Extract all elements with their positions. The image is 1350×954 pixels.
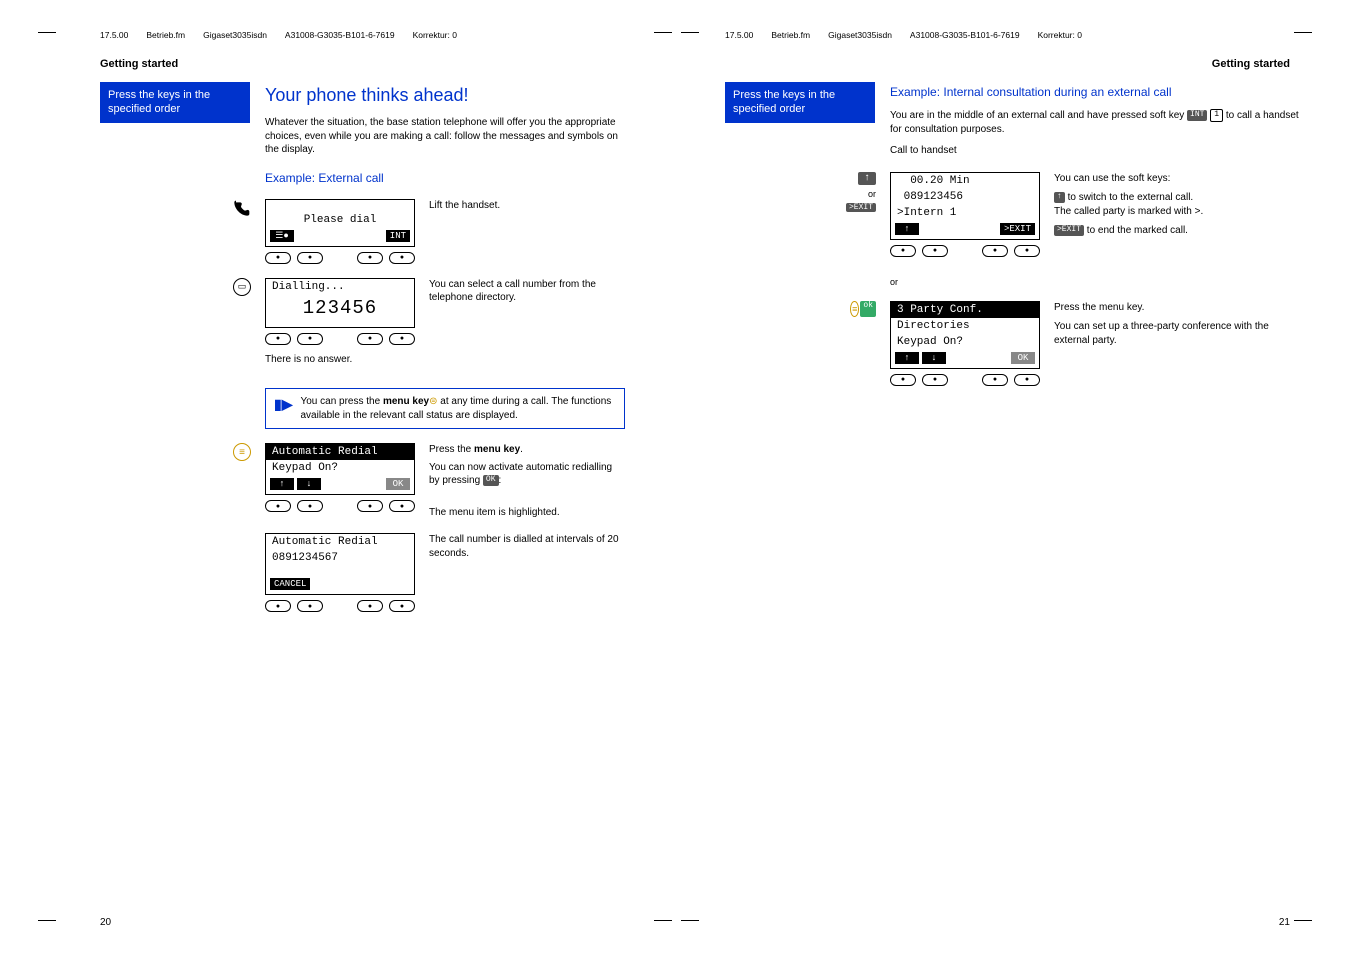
step-menu-key: ≡ Automatic Redial Keypad On? ↑ ↓ OK bbox=[265, 443, 625, 519]
page-left: 17.5.00 Betrieb.fm Gigaset3035isdn A3100… bbox=[0, 0, 675, 954]
example-title: Example: Internal consultation during an… bbox=[890, 85, 1300, 99]
hdr-product: Gigaset3035isdn bbox=[203, 30, 267, 40]
softkey-left: ☰● bbox=[270, 230, 294, 242]
hw-buttons bbox=[890, 245, 1040, 257]
hdr-date: 17.5.00 bbox=[100, 30, 128, 40]
or-separator: or bbox=[890, 277, 1300, 287]
hw-buttons bbox=[265, 252, 415, 264]
directory-icon: ▭ bbox=[225, 278, 251, 296]
softkey-up: ↑ bbox=[895, 352, 919, 364]
lcd-number: 123456 bbox=[266, 295, 414, 321]
page-right: 17.5.00 Betrieb.fm Gigaset3035isdn A3100… bbox=[675, 0, 1350, 954]
lcd-l1: Automatic Redial bbox=[266, 534, 414, 550]
softkey-down: ↓ bbox=[922, 352, 946, 364]
up-key-inline: ↑ bbox=[1054, 192, 1065, 203]
lcd-hl: Automatic Redial bbox=[266, 444, 414, 460]
softkey-down: ↓ bbox=[297, 478, 321, 490]
up-key-icon: ↑ bbox=[858, 172, 876, 185]
softkey-int: INT bbox=[386, 230, 410, 242]
or-label: or bbox=[868, 189, 876, 199]
softkey-cancel: CANCEL bbox=[270, 578, 310, 590]
handset-icon bbox=[225, 199, 251, 219]
step-three-party: ≡ok 3 Party Conf. Directories Keypad On?… bbox=[890, 301, 1300, 386]
lcd-l3: Keypad On? bbox=[891, 334, 1039, 350]
lcd-l2: 0891234567 bbox=[266, 550, 414, 566]
softkey-exit: >EXIT bbox=[1000, 223, 1035, 235]
lcd-text: Please dial bbox=[266, 212, 414, 228]
step-consult: ↑ or >EXIT 00.20 Min 089123456 >Intern 1… bbox=[890, 172, 1300, 257]
one-key: 1 bbox=[1210, 109, 1223, 122]
menu-key-icon: ≡ bbox=[225, 443, 251, 461]
lcd-redial: Automatic Redial 0891234567 CANCEL bbox=[265, 533, 415, 612]
lcd-l2: Keypad On? bbox=[266, 460, 414, 476]
content-right: Example: Internal consultation during an… bbox=[890, 85, 1300, 386]
hdr-doc: A31008-G3035-B101-6-7619 bbox=[285, 30, 395, 40]
call-to: Call to handset bbox=[890, 144, 1300, 158]
lcd-l2: 089123456 bbox=[891, 189, 1039, 205]
softkey-ok: OK bbox=[1011, 352, 1035, 364]
softkey-ok: OK bbox=[386, 478, 410, 490]
step-redial: Automatic Redial 0891234567 CANCEL The c… bbox=[265, 533, 625, 612]
int-key: INT bbox=[1187, 110, 1207, 121]
hdr-doc: A31008-G3035-B101-6-7619 bbox=[910, 30, 1020, 40]
page-number: 21 bbox=[1279, 917, 1290, 928]
intro-text: Whatever the situation, the base station… bbox=[265, 116, 625, 157]
hdr-product: Gigaset3035isdn bbox=[828, 30, 892, 40]
side-tab: Press the keys in the specified order bbox=[100, 82, 250, 123]
intro: You are in the middle of an external cal… bbox=[890, 109, 1300, 136]
menu-text: Press the menu key. You can now activate… bbox=[429, 443, 625, 519]
exit-key-icon: >EXIT bbox=[846, 203, 876, 212]
content-left: Your phone thinks ahead! Whatever the si… bbox=[265, 85, 625, 612]
page-number: 20 bbox=[100, 917, 111, 928]
lcd-auto-redial-menu: Automatic Redial Keypad On? ↑ ↓ OK bbox=[265, 443, 415, 512]
lcd-hl: 3 Party Conf. bbox=[891, 302, 1039, 318]
lcd-please-dial: Please dial ☰● INT bbox=[265, 199, 415, 264]
step-directory: ▭ Dialling... 123456 There is no answer.… bbox=[265, 278, 625, 375]
step-lift-handset: Please dial ☰● INT Lift the handset. bbox=[265, 199, 625, 264]
ok-key-inline: OK bbox=[483, 475, 499, 486]
step-text: Lift the handset. bbox=[429, 199, 625, 213]
hw-buttons bbox=[265, 500, 415, 512]
hw-buttons bbox=[890, 374, 1040, 386]
lcd-l1: 00.20 Min bbox=[891, 173, 1039, 189]
hdr-korr: Korrektur: 0 bbox=[1038, 30, 1082, 40]
softkey-icons: ↑ or >EXIT bbox=[850, 172, 876, 212]
hdr-korr: Korrektur: 0 bbox=[413, 30, 457, 40]
doc-header: 17.5.00 Betrieb.fm Gigaset3035isdn A3100… bbox=[100, 30, 625, 40]
side-tab: Press the keys in the specified order bbox=[725, 82, 875, 123]
three-party-text: Press the menu key. You can set up a thr… bbox=[1054, 301, 1300, 348]
softkey-up: ↑ bbox=[895, 223, 919, 235]
section-title: Getting started bbox=[1212, 58, 1290, 70]
hdr-file: Betrieb.fm bbox=[771, 30, 810, 40]
dir-text: You can select a call number from the te… bbox=[429, 278, 625, 305]
page-h1: Your phone thinks ahead! bbox=[265, 85, 625, 106]
consult-text: You can use the soft keys: ↑ to switch t… bbox=[1054, 172, 1300, 238]
example1-title: Example: External call bbox=[265, 171, 625, 185]
info-arrow-icon: ▮▶ bbox=[274, 395, 292, 422]
lcd-l3: >Intern 1 bbox=[891, 205, 1039, 221]
menu-ok-icon: ≡ok bbox=[850, 301, 876, 317]
hw-buttons bbox=[265, 333, 415, 345]
hdr-date: 17.5.00 bbox=[725, 30, 753, 40]
redial-text: The call number is dialled at intervals … bbox=[429, 533, 625, 560]
hdr-file: Betrieb.fm bbox=[146, 30, 185, 40]
exit-key-inline: >EXIT bbox=[1054, 225, 1084, 236]
section-title: Getting started bbox=[100, 58, 178, 70]
lcd-consult: 00.20 Min 089123456 >Intern 1 ↑ >EXIT bbox=[890, 172, 1040, 257]
info-text: You can press the menu key⊜ at any time … bbox=[300, 395, 616, 422]
lcd-dialling-text: Dialling... bbox=[266, 279, 414, 295]
softkey-up: ↑ bbox=[270, 478, 294, 490]
lcd-dialling: Dialling... 123456 There is no answer. bbox=[265, 278, 415, 375]
doc-header: 17.5.00 Betrieb.fm Gigaset3035isdn A3100… bbox=[725, 30, 1250, 40]
no-answer: There is no answer. bbox=[265, 353, 415, 367]
hw-buttons bbox=[265, 600, 415, 612]
lcd-l2: Directories bbox=[891, 318, 1039, 334]
lcd-three-party: 3 Party Conf. Directories Keypad On? ↑ ↓… bbox=[890, 301, 1040, 386]
info-box: ▮▶ You can press the menu key⊜ at any ti… bbox=[265, 388, 625, 429]
